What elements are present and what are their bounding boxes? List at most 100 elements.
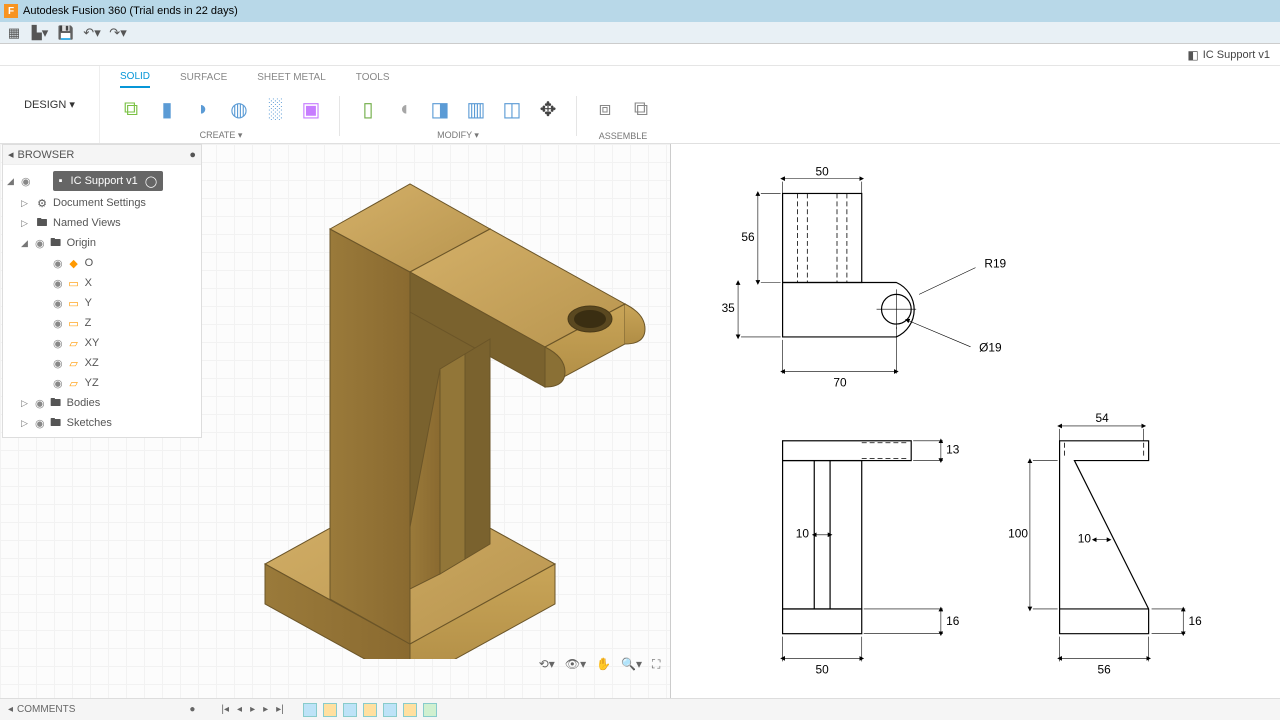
box-icon[interactable]: ▣	[295, 94, 327, 126]
fillet-icon[interactable]: ◖	[388, 94, 420, 126]
dim-70: 70	[833, 375, 847, 389]
document-tab[interactable]: IC Support v1	[1203, 49, 1270, 61]
comments-panel-header[interactable]: ◂COMMENTS ●	[0, 704, 203, 715]
axis-icon: ▭	[67, 297, 81, 310]
visibility-icon[interactable]: ◉	[35, 397, 45, 410]
tree-bodies[interactable]: ▷◉🖿Bodies	[3, 393, 201, 413]
expand-icon[interactable]: ◢	[7, 176, 17, 187]
dim-13: 13	[946, 443, 960, 457]
move-icon[interactable]: ✥	[532, 94, 564, 126]
tab-tools[interactable]: TOOLS	[356, 68, 390, 87]
timeline-feature[interactable]	[403, 703, 417, 717]
folder-icon: 🖿	[49, 414, 63, 433]
tree-origin-z[interactable]: ◉▭Z	[3, 313, 201, 333]
browser-settings-icon[interactable]: ●	[189, 149, 196, 161]
visibility-icon[interactable]: ◉	[35, 237, 45, 250]
file-icon[interactable]: ▙▾	[32, 25, 48, 41]
timeline-feature[interactable]	[423, 703, 437, 717]
sweep-icon[interactable]: ◍	[223, 94, 255, 126]
tab-solid[interactable]: SOLID	[120, 67, 150, 88]
tree-origin-x[interactable]: ◉▭X	[3, 273, 201, 293]
tab-sheet-metal[interactable]: SHEET METAL	[257, 68, 326, 87]
revolve-icon[interactable]: ◗	[187, 94, 219, 126]
axis-icon: ▭	[67, 277, 81, 290]
tab-surface[interactable]: SURFACE	[180, 68, 227, 87]
extrude-icon[interactable]: ▮	[151, 94, 183, 126]
presspull-icon[interactable]: ▯	[352, 94, 384, 126]
tree-origin-o[interactable]: ◉◆O	[3, 253, 201, 273]
visibility-icon[interactable]: ◉	[53, 297, 63, 310]
dim-100: 100	[1008, 527, 1028, 541]
tree-origin-xy[interactable]: ◉▱XY	[3, 333, 201, 353]
sketch-icon[interactable]: ⧉	[115, 94, 147, 126]
grid-icon[interactable]: ▦	[6, 25, 22, 41]
tree-named-views[interactable]: ▷🖿Named Views	[3, 213, 201, 233]
dim-10: 10	[796, 527, 810, 541]
folder-icon: 🖿	[49, 394, 63, 413]
timeline-end-icon[interactable]: ▸|	[274, 704, 286, 715]
timeline-feature[interactable]	[323, 703, 337, 717]
axis-icon: ▭	[67, 317, 81, 330]
split-icon[interactable]: ◫	[496, 94, 528, 126]
document-tab-row: ◧ IC Support v1	[0, 44, 1280, 66]
orbit-icon[interactable]: ⟲▾	[537, 655, 557, 674]
gear-icon: ⚙	[35, 197, 49, 210]
timeline-feature[interactable]	[343, 703, 357, 717]
timeline-feature[interactable]	[363, 703, 377, 717]
visibility-icon[interactable]: ◉	[53, 357, 63, 370]
dim-16: 16	[946, 614, 960, 628]
timeline-feature[interactable]	[303, 703, 317, 717]
visibility-icon[interactable]: ◉	[35, 417, 45, 430]
tree-origin-yz[interactable]: ◉▱YZ	[3, 373, 201, 393]
timeline: |◂ ◂ ▸ ▸ ▸|	[213, 703, 443, 717]
timeline-back-icon[interactable]: ◂	[235, 704, 244, 715]
visibility-icon[interactable]: ◉	[53, 337, 63, 350]
tree-root[interactable]: ▪ IC Support v1 ◯	[53, 171, 164, 191]
joint-icon[interactable]: ⧈	[589, 94, 621, 126]
shell-icon[interactable]: ◨	[424, 94, 456, 126]
dim-54: 54	[1096, 411, 1110, 425]
model-3d	[230, 169, 650, 659]
undo-icon[interactable]: ↶▾	[84, 25, 100, 41]
save-icon[interactable]: 💾	[58, 25, 74, 41]
loft-icon[interactable]: ░	[259, 94, 291, 126]
tree-document-settings[interactable]: ▷⚙Document Settings	[3, 193, 201, 213]
group-create: ⧉ ▮ ◗ ◍ ░ ▣ CREATE ▾	[115, 88, 327, 143]
tree-sketches[interactable]: ▷◉🖿Sketches	[3, 413, 201, 433]
visibility-icon[interactable]: ◉	[53, 317, 63, 330]
quick-access-toolbar: ▦ ▙▾ 💾 ↶▾ ↷▾	[0, 22, 1280, 44]
tree-origin-y[interactable]: ◉▭Y	[3, 293, 201, 313]
tree-origin-xz[interactable]: ◉▱XZ	[3, 353, 201, 373]
bottom-bar: ◂COMMENTS ● |◂ ◂ ▸ ▸ ▸|	[0, 698, 1280, 720]
look-icon[interactable]: 👁▾	[563, 655, 588, 674]
redo-icon[interactable]: ↷▾	[110, 25, 126, 41]
visibility-icon[interactable]: ◉	[21, 175, 31, 188]
workspace-selector[interactable]: DESIGN ▾	[0, 66, 100, 143]
component-icon: ◧	[1187, 48, 1198, 62]
asbuilt-icon[interactable]: ⧉	[625, 94, 657, 126]
timeline-play-icon[interactable]: ▸	[248, 704, 257, 715]
dim-50b: 50	[816, 662, 830, 676]
timeline-fwd-icon[interactable]: ▸	[261, 704, 270, 715]
tree-origin[interactable]: ◢◉🖿Origin	[3, 233, 201, 253]
zoom-icon[interactable]: 🔍▾	[619, 655, 644, 674]
timeline-feature[interactable]	[383, 703, 397, 717]
visibility-icon[interactable]: ◉	[53, 277, 63, 290]
folder-icon: 🖿	[35, 214, 49, 233]
title-bar: F Autodesk Fusion 360 (Trial ends in 22 …	[0, 0, 1280, 22]
timeline-start-icon[interactable]: |◂	[219, 704, 231, 715]
fit-icon[interactable]: ⛶	[650, 655, 662, 674]
dim-d19: Ø19	[979, 341, 1002, 355]
dim-10b: 10	[1078, 532, 1092, 546]
visibility-icon[interactable]: ◉	[53, 257, 63, 270]
group-assemble: ⧈ ⧉ ASSEMBLE	[589, 88, 657, 143]
browser-header[interactable]: ◂BROWSER ●	[3, 145, 201, 165]
dim-56b: 56	[1098, 662, 1112, 676]
drawing-panel: 50 56 35 70 R19 Ø19	[670, 144, 1280, 698]
combine-icon[interactable]: ▥	[460, 94, 492, 126]
dim-56: 56	[741, 230, 755, 244]
visibility-icon[interactable]: ◉	[53, 377, 63, 390]
collapse-arrow-icon[interactable]: ◂	[8, 148, 14, 161]
browser-tree: ◢ ◉ ▪ IC Support v1 ◯ ▷⚙Document Setting…	[3, 165, 201, 437]
pan-icon[interactable]: ✋	[594, 655, 613, 674]
